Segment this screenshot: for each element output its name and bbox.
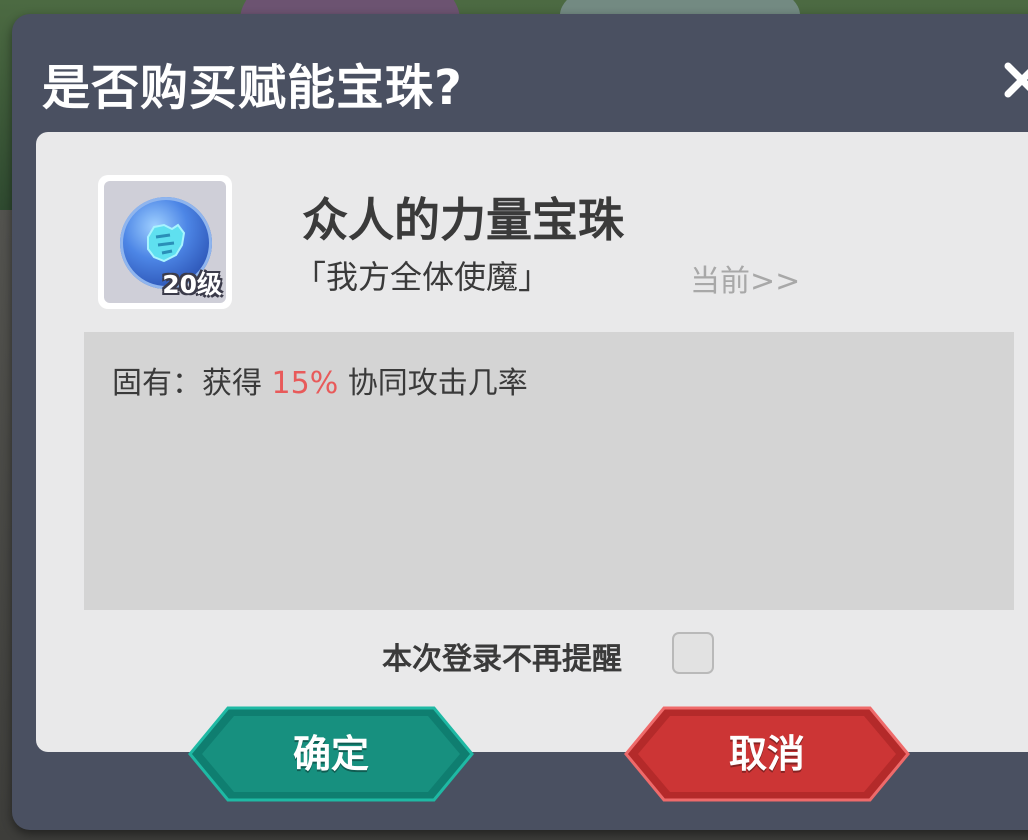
item-target: 「我方全体使魔」 <box>294 258 551 296</box>
description-prefix: 固有：获得 <box>112 366 272 401</box>
item-name: 众人的力量宝珠 <box>302 193 624 247</box>
description-box: 固有：获得 15% 协同攻击几率 <box>84 332 1014 610</box>
confirm-button[interactable]: 确定 <box>188 706 474 802</box>
dialog-title: 是否购买赋能宝珠? <box>42 60 463 116</box>
level-badge: 20级 <box>162 270 222 299</box>
purchase-orb-dialog: 是否购买赋能宝珠? 20级 众人的力量宝珠 「我方全体使魔」 当前>> 固有：获… <box>12 14 1028 830</box>
item-icon-frame: 20级 <box>98 175 232 309</box>
dont-remind-checkbox[interactable] <box>672 632 714 674</box>
content-panel: 20级 众人的力量宝珠 「我方全体使魔」 当前>> 固有：获得 15% 协同攻击… <box>36 132 1028 752</box>
description-suffix: 协同攻击几率 <box>338 366 528 401</box>
confirm-button-label: 确定 <box>292 732 369 776</box>
cancel-button-label: 取消 <box>728 732 805 776</box>
description-value: 15% <box>271 366 339 401</box>
close-button[interactable] <box>1002 60 1028 100</box>
current-link[interactable]: 当前>> <box>690 256 800 300</box>
dont-remind-label: 本次登录不再提醒 <box>382 642 622 677</box>
cancel-button[interactable]: 取消 <box>624 706 910 802</box>
description-text: 固有：获得 15% 协同攻击几率 <box>112 358 528 402</box>
close-x-icon <box>1004 62 1028 98</box>
